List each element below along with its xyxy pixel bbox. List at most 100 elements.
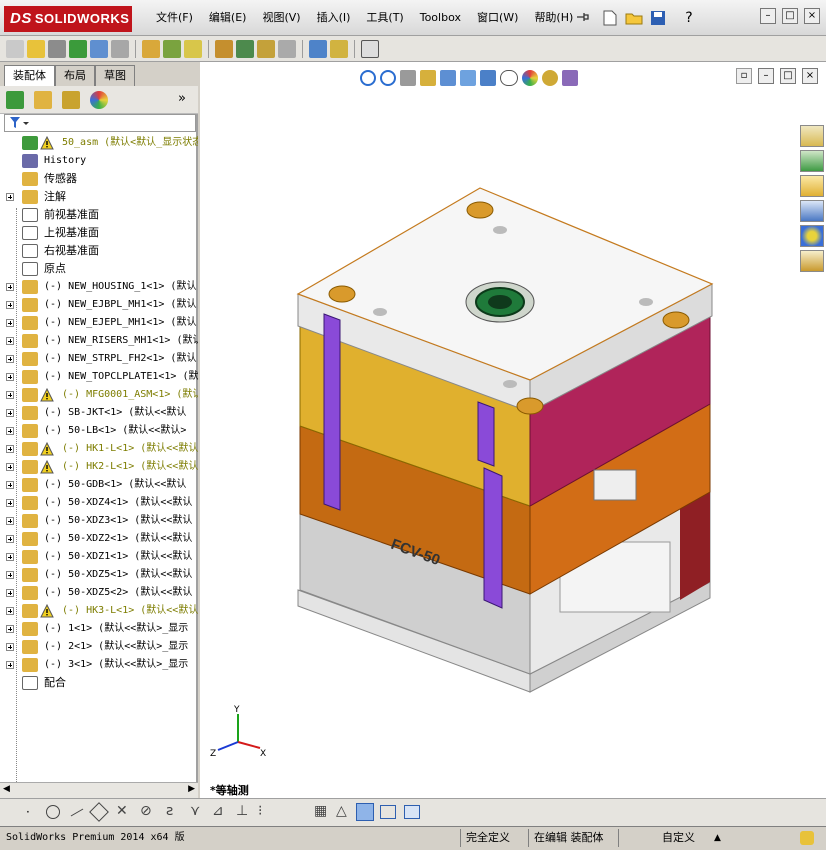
hole-alignment-icon[interactable] (330, 39, 348, 58)
tree-item[interactable]: 右视基准面 (0, 242, 198, 260)
menu-window[interactable]: 窗口(W) (469, 0, 526, 36)
mate-icon[interactable] (48, 39, 66, 58)
rebuild-status-icon[interactable] (800, 831, 814, 845)
previous-view-icon[interactable] (400, 70, 416, 86)
expand-toggle-icon[interactable] (6, 283, 14, 291)
expand-toggle-icon[interactable] (6, 499, 14, 507)
tree-item[interactable]: (-) NEW_EJEPL_MH1<1> (默认 (0, 314, 198, 332)
insert-component-icon[interactable] (6, 39, 24, 58)
new-document-button[interactable] (600, 8, 620, 28)
unit-dropdown-icon[interactable]: ▲ (714, 830, 721, 846)
expand-toggle-icon[interactable] (6, 409, 14, 417)
apply-scene-icon[interactable] (542, 70, 558, 86)
expand-toggle-icon[interactable] (6, 517, 14, 525)
tree-item[interactable]: (-) 50-XDZ4<1> (默认<<默认 (0, 494, 198, 512)
tree-item[interactable]: History (0, 152, 198, 170)
reference-geometry-icon[interactable] (163, 39, 181, 58)
design-library-icon[interactable] (800, 150, 824, 172)
shaded-sketch-icon[interactable] (356, 803, 374, 821)
expand-toggle-icon[interactable] (6, 643, 14, 651)
scroll-left-icon[interactable]: ◀ (3, 784, 10, 794)
tree-item[interactable]: (-) SB-JKT<1> (默认<<默认 (0, 404, 198, 422)
instant3d-icon[interactable] (361, 39, 379, 58)
menu-file[interactable]: 文件(F) (148, 0, 201, 36)
expand-toggle-icon[interactable] (6, 193, 14, 201)
tree-item[interactable]: 前视基准面 (0, 206, 198, 224)
menu-tools[interactable]: 工具(T) (358, 0, 411, 36)
close-button[interactable]: × (804, 8, 820, 24)
expand-toggle-icon[interactable] (6, 301, 14, 309)
minimize-button[interactable]: – (760, 8, 776, 24)
expand-toggle-icon[interactable] (6, 535, 14, 543)
sketch-grid-icon[interactable] (404, 805, 420, 819)
custom-properties-icon[interactable] (800, 250, 824, 272)
expand-panel-icon[interactable]: » (178, 91, 186, 106)
tree-item[interactable]: (-) 1<1> (默认<<默认>_显示 (0, 620, 198, 638)
tree-item[interactable]: (-) HK2-L<1> (默认<<默认 (0, 458, 198, 476)
viewport-minimize-button[interactable]: – (758, 68, 774, 84)
configuration-manager-icon[interactable] (62, 91, 80, 109)
display-manager-icon[interactable] (90, 91, 108, 109)
expand-toggle-icon[interactable] (6, 625, 14, 633)
display-style-icon[interactable] (480, 70, 496, 86)
menu-edit[interactable]: 编辑(E) (201, 0, 255, 36)
convert-entities-icon[interactable]: ⊘ (140, 803, 152, 819)
offset-icon[interactable]: ƨ (166, 803, 173, 819)
hide-show-items-icon[interactable] (500, 70, 518, 86)
clearance-verification-icon[interactable] (309, 39, 327, 58)
tree-item[interactable]: (-) 50-GDB<1> (默认<<默认 (0, 476, 198, 494)
expand-toggle-icon[interactable] (6, 391, 14, 399)
graphics-area[interactable]: FCV-50 Y X Z *等轴测 (200, 62, 826, 798)
show-hidden-icon[interactable] (111, 39, 129, 58)
bill-of-materials-icon[interactable] (215, 39, 233, 58)
viewport-restore-button[interactable]: □ (780, 68, 796, 84)
tree-item[interactable]: (-) 3<1> (默认<<默认>_显示 (0, 656, 198, 674)
view-orientation-icon[interactable] (460, 70, 476, 86)
tree-item[interactable]: 注解 (0, 188, 198, 206)
line-icon[interactable] (70, 808, 84, 817)
tree-item[interactable]: (-) 50-XDZ5<2> (默认<<默认 (0, 584, 198, 602)
relation-icon[interactable]: ⊥ (236, 803, 248, 819)
expand-toggle-icon[interactable] (6, 553, 14, 561)
tree-item[interactable]: 原点 (0, 260, 198, 278)
tree-item[interactable]: (-) 50-XDZ1<1> (默认<<默认 (0, 548, 198, 566)
tree-item[interactable]: (-) 2<1> (默认<<默认>_显示 (0, 638, 198, 656)
appearances-icon[interactable] (800, 225, 824, 247)
tree-item[interactable]: (-) NEW_STRPL_FH2<1> (默认 (0, 350, 198, 368)
tree-item[interactable]: (-) 50-XDZ5<1> (默认<<默认 (0, 566, 198, 584)
component-pattern-icon[interactable] (69, 39, 87, 58)
tree-item[interactable]: (-) NEW_EJBPL_MH1<1> (默认 (0, 296, 198, 314)
tree-filter-input[interactable] (4, 114, 196, 132)
expand-toggle-icon[interactable] (6, 319, 14, 327)
tab-assembly[interactable]: 装配体 (4, 65, 55, 86)
unit-system-selector[interactable]: 自定义 (662, 830, 695, 846)
tree-item[interactable]: (-) NEW_RISERS_MH1<1> (默认 (0, 332, 198, 350)
new-part-icon[interactable] (27, 39, 45, 58)
expand-toggle-icon[interactable] (6, 571, 14, 579)
viewport-close-button[interactable]: × (802, 68, 818, 84)
dynamic-annotation-icon[interactable] (440, 70, 456, 86)
expand-toggle-icon[interactable] (6, 427, 14, 435)
polygon-icon[interactable] (89, 802, 109, 822)
tree-item[interactable]: (-) HK3-L<1> (默认<<默认 (0, 602, 198, 620)
expand-toggle-icon[interactable] (6, 661, 14, 669)
help-button[interactable]: ? (672, 8, 706, 28)
viewport-tile-icon[interactable]: ▫ (736, 68, 752, 84)
zoom-to-area-icon[interactable] (380, 70, 396, 86)
resources-icon[interactable] (800, 125, 824, 147)
solidworks-logo[interactable]: DS SOLIDWORKS (4, 6, 132, 32)
tree-item[interactable]: (-) NEW_TOPCLPLATE1<1> (默 (0, 368, 198, 386)
dimension-icon[interactable]: ⊿ (212, 803, 224, 819)
edit-appearance-icon[interactable] (522, 70, 538, 86)
new-motion-study-icon[interactable] (184, 39, 202, 58)
tree-item[interactable]: (-) MFG0001_ASM<1> (默认 (0, 386, 198, 404)
tree-item[interactable]: (-) 50-XDZ2<1> (默认<<默认 (0, 530, 198, 548)
restore-button[interactable]: □ (782, 8, 798, 24)
tree-item[interactable]: (-) HK1-L<1> (默认<<默认 (0, 440, 198, 458)
explode-line-sketch-icon[interactable] (257, 39, 275, 58)
tree-item[interactable]: 配合 (0, 674, 198, 692)
expand-toggle-icon[interactable] (6, 463, 14, 471)
feature-manager-tree-icon[interactable] (6, 91, 24, 109)
menu-insert[interactable]: 插入(I) (309, 0, 359, 36)
pin-icon[interactable] (574, 9, 590, 25)
